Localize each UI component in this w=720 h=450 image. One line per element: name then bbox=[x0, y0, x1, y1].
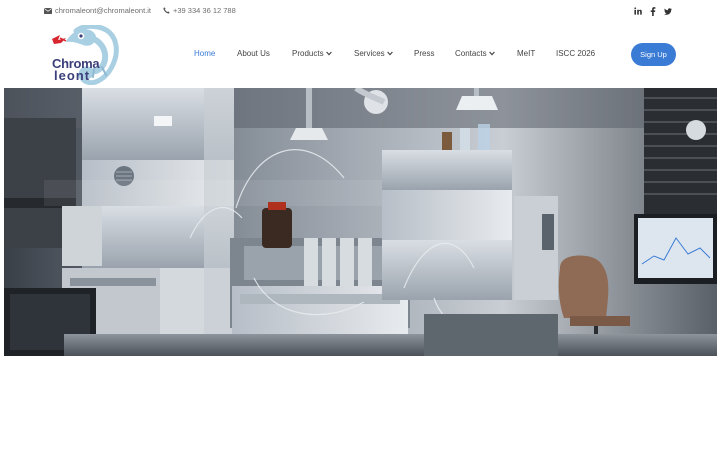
nav-services-label: Services bbox=[354, 49, 385, 58]
chevron-down-icon bbox=[325, 51, 332, 56]
chevron-down-icon bbox=[386, 51, 393, 56]
nav-iscc[interactable]: ISCC 2026 bbox=[556, 49, 595, 58]
nav-contacts-label: Contacts bbox=[455, 49, 487, 58]
logo-text-line2: leont bbox=[54, 68, 91, 83]
phone-icon bbox=[163, 7, 170, 14]
chevron-down-icon bbox=[488, 51, 495, 56]
nav-services[interactable]: Services bbox=[354, 49, 393, 58]
nav-home-label: Home bbox=[194, 49, 216, 58]
twitter-link[interactable] bbox=[662, 5, 674, 17]
nav-meit[interactable]: MeIT bbox=[517, 49, 535, 58]
facebook-link[interactable] bbox=[647, 5, 659, 17]
top-contact-bar: chromaleont@chromaleont.it +39 334 36 12… bbox=[0, 0, 720, 22]
linkedin-link[interactable] bbox=[632, 5, 644, 17]
nav-products[interactable]: Products bbox=[292, 49, 332, 58]
linkedin-icon bbox=[634, 7, 642, 15]
nav-iscc-label: ISCC 2026 bbox=[556, 49, 596, 58]
nav-meit-label: MeIT bbox=[517, 49, 536, 58]
nav-about-label: About Us bbox=[237, 49, 270, 58]
nav-press[interactable]: Press bbox=[414, 49, 434, 58]
lab-photo bbox=[4, 88, 717, 356]
signup-label: Sign Up bbox=[640, 50, 667, 59]
twitter-icon bbox=[664, 7, 672, 15]
envelope-icon bbox=[44, 7, 52, 14]
nav-about[interactable]: About Us bbox=[237, 49, 270, 58]
email-link[interactable]: chromaleont@chromaleont.it bbox=[44, 6, 151, 15]
page: chromaleont@chromaleont.it +39 334 36 12… bbox=[0, 0, 720, 450]
nav-contacts[interactable]: Contacts bbox=[455, 49, 495, 58]
nav-products-label: Products bbox=[292, 49, 324, 58]
nav-home[interactable]: Home bbox=[194, 49, 215, 58]
main-nav: Home About Us Products Services Press Co… bbox=[0, 49, 720, 63]
email-text: chromaleont@chromaleont.it bbox=[55, 6, 151, 15]
facebook-icon bbox=[650, 6, 656, 16]
phone-link[interactable]: +39 334 36 12 788 bbox=[163, 6, 236, 15]
signup-button[interactable]: Sign Up bbox=[631, 43, 676, 66]
phone-text: +39 334 36 12 788 bbox=[173, 6, 236, 15]
nav-press-label: Press bbox=[414, 49, 435, 58]
hero-lab-image bbox=[4, 88, 717, 356]
